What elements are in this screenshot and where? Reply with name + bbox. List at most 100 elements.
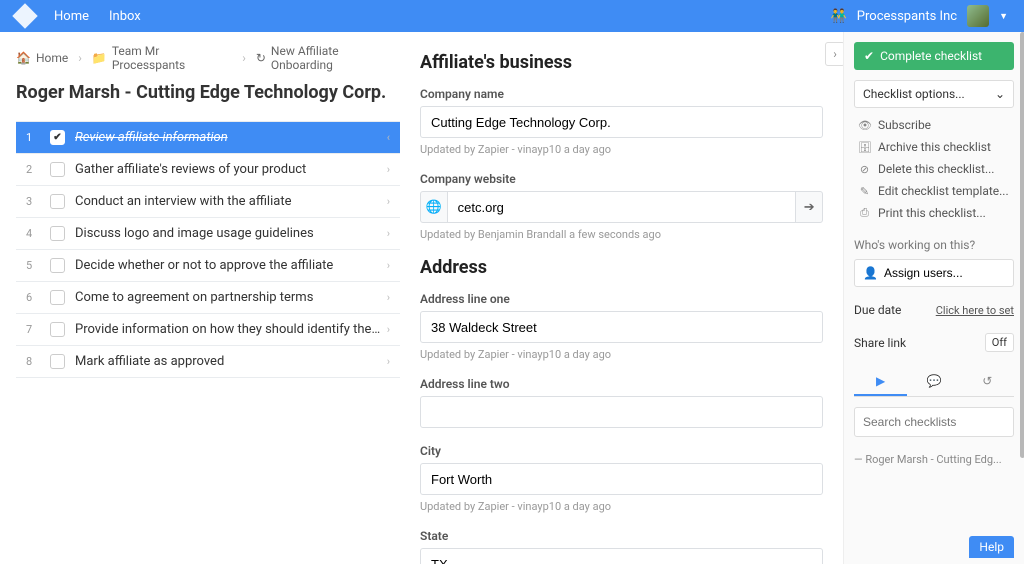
chevron-right-icon: › xyxy=(387,291,390,304)
option-label: Print this checklist... xyxy=(878,206,986,220)
task-checkbox[interactable] xyxy=(50,226,65,241)
option-item[interactable]: ⊘ Delete this checklist... xyxy=(854,158,1014,180)
state-input[interactable] xyxy=(420,548,823,564)
due-date-label: Due date xyxy=(854,303,901,317)
company-name-label: Company name xyxy=(420,87,823,101)
share-toggle[interactable]: Off xyxy=(985,333,1014,352)
task-row[interactable]: 1 ✔ Review affiliate information ‹ xyxy=(16,122,400,154)
help-button[interactable]: Help xyxy=(969,536,1014,558)
recent-checklist-item[interactable]: — Roger Marsh - Cutting Edg... xyxy=(854,449,1014,470)
task-row[interactable]: 2 Gather affiliate's reviews of your pro… xyxy=(16,154,400,186)
task-checkbox[interactable] xyxy=(50,194,65,209)
task-label: Conduct an interview with the affiliate xyxy=(75,194,387,209)
option-label: Subscribe xyxy=(878,118,931,132)
options-list: 👁 Subscribe 🗄Archive this checklist ⊘ Delete… xyxy=(854,114,1014,224)
nav-inbox[interactable]: Inbox xyxy=(109,9,141,24)
option-label: Delete this checklist... xyxy=(878,162,994,176)
task-number: 8 xyxy=(26,355,40,368)
task-list: 1 ✔ Review affiliate information ‹2 Gath… xyxy=(16,121,400,378)
company-name-meta: Updated by Zapier - vinayp10 a day ago xyxy=(420,143,823,156)
task-checkbox[interactable] xyxy=(50,258,65,273)
section-address: Address xyxy=(420,257,823,278)
addr2-input[interactable] xyxy=(420,396,823,428)
share-link-label: Share link xyxy=(854,336,906,350)
website-input[interactable] xyxy=(448,191,796,223)
option-item[interactable]: 👁 Subscribe xyxy=(854,114,1014,136)
open-link-button[interactable]: ➔ xyxy=(795,191,823,223)
left-panel: 🏠 Home › 📁 Team Mr Processpants › ↻ New … xyxy=(0,32,400,564)
page-title: Roger Marsh - Cutting Edge Technology Co… xyxy=(16,82,400,103)
task-number: 3 xyxy=(26,195,40,208)
topbar: Home Inbox 👬 Processpants Inc ▼ xyxy=(0,0,1024,32)
task-row[interactable]: 8 Mark affiliate as approved › xyxy=(16,346,400,378)
checklist-options-dropdown[interactable]: Checklist options...⌄ xyxy=(854,80,1014,108)
org-icon: 👬 xyxy=(831,9,847,24)
breadcrumb: 🏠 Home › 📁 Team Mr Processpants › ↻ New … xyxy=(16,44,400,72)
task-number: 5 xyxy=(26,259,40,272)
set-due-date-link[interactable]: Click here to set xyxy=(936,304,1014,317)
tab-history[interactable]: ↺ xyxy=(961,368,1014,396)
chevron-right-icon: › xyxy=(387,323,390,336)
breadcrumb-team[interactable]: 📁 Team Mr Processpants xyxy=(92,44,232,72)
task-number: 6 xyxy=(26,291,40,304)
assign-users-button[interactable]: 👤Assign users... xyxy=(854,259,1014,287)
nav-home[interactable]: Home xyxy=(54,9,89,24)
breadcrumb-home[interactable]: 🏠 Home xyxy=(16,51,68,65)
complete-checklist-button[interactable]: ✔ Complete checklist xyxy=(854,42,1014,70)
option-icon: ⊘ xyxy=(858,163,871,176)
addr1-input[interactable] xyxy=(420,311,823,343)
task-checkbox[interactable] xyxy=(50,290,65,305)
task-row[interactable]: 4 Discuss logo and image usage guideline… xyxy=(16,218,400,250)
globe-icon: 🌐 xyxy=(420,191,448,223)
state-label: State xyxy=(420,529,823,543)
task-checkbox[interactable]: ✔ xyxy=(50,130,65,145)
collapse-sidebar-button[interactable]: › xyxy=(825,42,844,66)
city-label: City xyxy=(420,444,823,458)
task-number: 1 xyxy=(26,131,40,144)
task-label: Decide whether or not to approve the aff… xyxy=(75,258,387,273)
addr2-label: Address line two xyxy=(420,377,823,391)
task-label: Come to agreement on partnership terms xyxy=(75,290,387,305)
logo-icon[interactable] xyxy=(12,3,37,28)
chevron-right-icon: › xyxy=(387,163,390,176)
option-icon: 👁 xyxy=(858,119,871,132)
chevron-right-icon: › xyxy=(78,51,82,65)
working-label: Who's working on this? xyxy=(854,238,1014,252)
search-checklists-input[interactable] xyxy=(854,407,1014,437)
task-checkbox[interactable] xyxy=(50,322,65,337)
task-checkbox[interactable] xyxy=(50,162,65,177)
right-panel: ✔ Complete checklist Checklist options..… xyxy=(844,32,1024,564)
option-item[interactable]: 🗄Archive this checklist xyxy=(854,136,1014,158)
chevron-right-icon: › xyxy=(387,195,390,208)
task-checkbox[interactable] xyxy=(50,354,65,369)
company-name-input[interactable] xyxy=(420,106,823,138)
scrollbar[interactable] xyxy=(1020,32,1024,458)
option-icon: 🗄 xyxy=(858,141,871,154)
option-item[interactable]: ⎙Print this checklist... xyxy=(854,202,1014,224)
city-input[interactable] xyxy=(420,463,823,495)
user-menu-caret[interactable]: ▼ xyxy=(999,11,1008,22)
task-label: Discuss logo and image usage guidelines xyxy=(75,226,387,241)
task-row[interactable]: 6 Come to agreement on partnership terms… xyxy=(16,282,400,314)
website-meta: Updated by Benjamin Brandall a few secon… xyxy=(420,228,823,241)
tab-comments[interactable]: 💬 xyxy=(907,368,960,396)
task-number: 4 xyxy=(26,227,40,240)
chevron-left-icon: ‹ xyxy=(387,131,390,144)
task-row[interactable]: 5 Decide whether or not to approve the a… xyxy=(16,250,400,282)
option-item[interactable]: ✎Edit checklist template... xyxy=(854,180,1014,202)
task-label: Review affiliate information xyxy=(75,130,387,145)
activity-tabs: ▶ 💬 ↺ xyxy=(854,368,1014,397)
task-row[interactable]: 7 Provide information on how they should… xyxy=(16,314,400,346)
form-panel: › Affiliate's business Company name Upda… xyxy=(400,32,844,564)
tab-play[interactable]: ▶ xyxy=(854,368,907,396)
option-label: Edit checklist template... xyxy=(878,184,1009,198)
avatar[interactable] xyxy=(967,5,989,27)
section-business: Affiliate's business xyxy=(420,52,823,73)
breadcrumb-template[interactable]: ↻ New Affiliate Onboarding xyxy=(256,44,400,72)
org-name[interactable]: Processpants Inc xyxy=(857,9,957,24)
task-label: Mark affiliate as approved xyxy=(75,354,387,369)
task-row[interactable]: 3 Conduct an interview with the affiliat… xyxy=(16,186,400,218)
chevron-right-icon: › xyxy=(242,51,246,65)
chevron-right-icon: › xyxy=(387,259,390,272)
task-label: Provide information on how they should i… xyxy=(75,322,387,337)
